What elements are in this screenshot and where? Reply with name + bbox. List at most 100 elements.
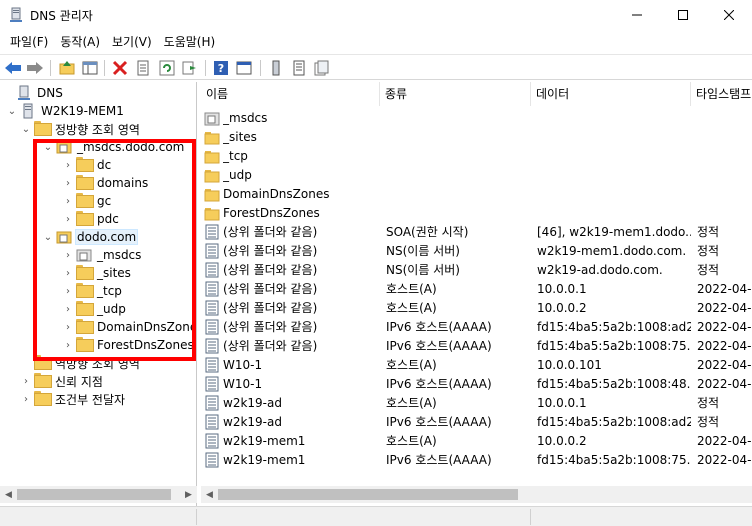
tree-item-trust-points[interactable]: › 신뢰 지점 [20,372,104,390]
tree-item-sites[interactable]: › _sites [62,264,132,282]
menu-action[interactable]: 동작(A) [54,31,106,53]
table-row[interactable]: w2k19-ad IPv6 호스트(AAAA) fd15:4ba5:5a2b:100… [201,413,752,432]
chevron-down-icon[interactable]: ⌄ [42,228,54,246]
minimize-icon [632,14,642,16]
scrollbar-thumb[interactable] [17,489,171,500]
table-row[interactable]: W10-1 IPv6 호스트(AAAA) fd15:4ba5:5a2b:1008:4… [201,375,752,394]
table-row[interactable]: w2k19-ad 호스트(A) 10.0.0.1 정적 [201,394,752,413]
menu-help[interactable]: 도움말(H) [158,31,222,53]
tree-label: 역방향 조회 영역 [55,356,140,371]
chevron-right-icon[interactable]: › [62,174,74,192]
tree-label: _sites [97,266,131,280]
tree-label: pdc [97,212,119,226]
table-row[interactable]: DomainDnsZones [201,185,752,204]
export-list-button[interactable] [181,59,199,77]
tree-item-msdcs[interactable]: › _msdcs [62,246,142,264]
cell-name: w2k19-ad [223,396,282,410]
tree-item-forward-zones[interactable]: ⌄ 정방향 조회 영역 [20,120,141,138]
table-row[interactable]: (상위 폴더와 같음) IPv6 호스트(AAAA) fd15:4ba5:5a2b:… [201,337,752,356]
properties-button[interactable] [134,59,152,77]
zone-icon [56,141,72,154]
column-header-type[interactable]: 종류 [380,82,531,106]
menu-view[interactable]: 보기(V) [106,31,158,53]
tree-item-udp[interactable]: › _udp [62,300,127,318]
delete-button[interactable] [111,59,129,77]
menu-file[interactable]: 파일(F) [4,31,54,53]
chevron-right-icon[interactable]: › [62,246,74,264]
cell-name: _udp [223,168,252,182]
cell-name: ForestDnsZones [223,206,320,220]
cell-data [537,109,691,128]
scrollbar-thumb[interactable] [218,489,518,500]
table-row[interactable]: w2k19-mem1 호스트(A) 10.0.0.2 2022-04- [201,432,752,451]
tree-item-dodo-zone[interactable]: ⌄ dodo.com [42,228,139,246]
table-row[interactable]: (상위 폴더와 같음) 호스트(A) 10.0.0.2 2022-04- [201,299,752,318]
properties-icon [137,60,149,76]
help-button[interactable]: ? [212,59,230,77]
table-row[interactable]: (상위 폴더와 같음) NS(이름 서버) w2k19-ad.dodo.com. 정적 [201,261,752,280]
tree-label: DNS [37,86,63,100]
back-button[interactable] [4,59,22,77]
chevron-right-icon[interactable]: › [62,336,74,354]
table-row[interactable]: ForestDnsZones [201,204,752,223]
list-horizontal-scrollbar[interactable]: ◀ [201,486,752,503]
cell-name: (상위 폴더와 같음) [223,282,318,296]
tree-item-domaindnszones[interactable]: › DomainDnsZones [62,318,196,336]
table-row[interactable]: w2k19-mem1 IPv6 호스트(AAAA) fd15:4ba5:5a2b:1… [201,451,752,470]
table-row[interactable]: _tcp [201,147,752,166]
scroll-left-icon[interactable]: ◀ [0,486,17,503]
table-row[interactable]: W10-1 호스트(A) 10.0.0.101 2022-04- [201,356,752,375]
mmc-view-button[interactable] [235,59,253,77]
table-row[interactable]: (상위 폴더와 같음) IPv6 호스트(AAAA) fd15:4ba5:5a2b:… [201,318,752,337]
cell-timestamp: 2022-04- [697,339,752,353]
table-row[interactable]: (상위 폴더와 같음) NS(이름 서버) w2k19-mem1.dodo.com.… [201,242,752,261]
forward-button[interactable] [26,59,44,77]
chevron-right-icon[interactable]: › [62,282,74,300]
table-row[interactable]: _msdcs [201,109,752,128]
chevron-down-icon[interactable]: ⌄ [20,120,32,138]
tree-item-dc[interactable]: › dc [62,156,112,174]
table-row[interactable]: (상위 폴더와 같음) SOA(권한 시작) [46], w2k19-mem1.do… [201,223,752,242]
tree-item-server[interactable]: ⌄ W2K19-MEM1 [6,102,125,120]
column-header-data[interactable]: 데이터 [531,82,691,106]
chevron-down-icon[interactable]: ⌄ [42,138,54,156]
minimize-button[interactable] [614,0,660,30]
tree-item-forestdnszones[interactable]: › ForestDnsZones [62,336,195,354]
chevron-right-icon[interactable]: › [20,390,32,408]
chevron-down-icon[interactable]: ⌄ [6,102,18,120]
scroll-left-icon[interactable]: ◀ [201,486,218,503]
tree-item-pdc[interactable]: › pdc [62,210,120,228]
scroll-right-icon[interactable]: ▶ [180,486,197,503]
chevron-right-icon[interactable]: › [62,264,74,282]
chevron-right-icon[interactable]: › [62,300,74,318]
tree-item-gc[interactable]: › gc [62,192,112,210]
close-button[interactable] [706,0,752,30]
tree-item-reverse-zones[interactable]: 역방향 조회 영역 [20,354,141,372]
table-row[interactable]: _sites [201,128,752,147]
show-hide-tree-button[interactable] [81,59,99,77]
tree-item-domains[interactable]: › domains [62,174,149,192]
chevron-right-icon[interactable]: › [62,318,74,336]
table-row[interactable]: _udp [201,166,752,185]
server-button[interactable] [267,59,285,77]
zone-list-button[interactable] [290,59,308,77]
chevron-right-icon[interactable]: › [62,210,74,228]
up-one-level-button[interactable] [58,59,76,77]
delegated-folder-icon [76,249,92,262]
chevron-right-icon[interactable]: › [62,192,74,210]
maximize-button[interactable] [660,0,706,30]
tree-item-tcp[interactable]: › _tcp [62,282,123,300]
refresh-button[interactable] [158,59,176,77]
table-row[interactable]: (상위 폴더와 같음) 호스트(A) 10.0.0.1 2022-04- [201,280,752,299]
title-bar: DNS 관리자 [0,0,752,30]
column-header-timestamp[interactable]: 타임스탬프 [691,82,752,106]
column-header-name[interactable]: 이름 [201,82,380,106]
tree-label: 신뢰 지점 [55,374,103,389]
tree-horizontal-scrollbar[interactable]: ◀ ▶ [0,486,197,503]
tree-item-msdcs-zone[interactable]: ⌄ _msdcs.dodo.com [42,138,185,156]
chevron-right-icon[interactable]: › [62,156,74,174]
chevron-right-icon[interactable]: › [20,372,32,390]
zone-properties-button[interactable] [312,59,330,77]
tree-item-dns[interactable]: DNS [2,84,64,102]
tree-item-conditional-forwarders[interactable]: › 조건부 전달자 [20,390,126,408]
